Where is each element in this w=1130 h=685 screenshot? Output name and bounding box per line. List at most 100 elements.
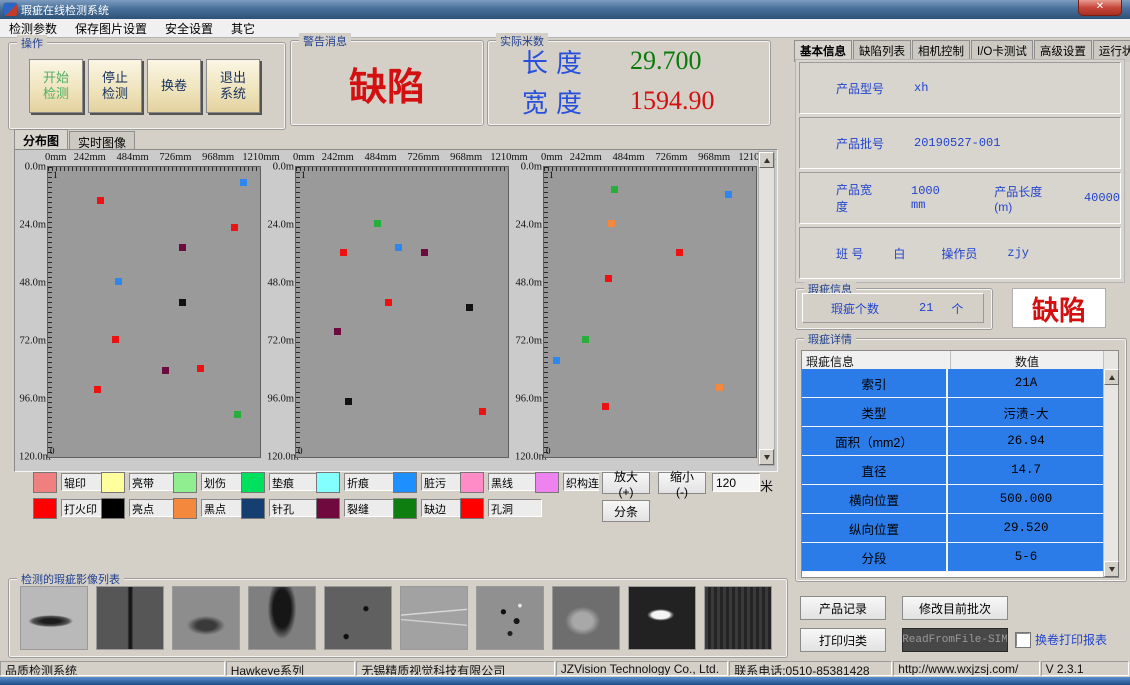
chart-scrollbar[interactable] [758,151,775,466]
defect-point-blue[interactable] [395,244,402,251]
roll-print-report-checkbox[interactable]: 换卷打印报表 [1016,631,1107,648]
x-tick-label: 968mm [450,152,482,163]
defect-point-red[interactable] [479,408,486,415]
defect-point-green[interactable] [611,186,618,193]
defect-thumbnail-9[interactable] [628,586,696,650]
defect-point-black[interactable] [466,304,473,311]
op-button-1[interactable]: 开始检测 [29,59,83,113]
defect-thumbnail-1[interactable] [20,586,88,650]
y-tick-label: 24.0m [267,220,294,231]
scroll-down-icon[interactable] [759,449,774,465]
zoom-in-button[interactable]: 放大(+) [602,472,650,494]
detail-scroll-up-icon[interactable] [1104,369,1119,385]
scatter-plot-2: 10 [295,166,509,458]
defect-point-blue[interactable] [725,191,732,198]
menu-item-保存图片设置[interactable]: 保存图片设置 [66,19,156,38]
defect-thumbnail-5[interactable] [324,586,392,650]
print-classify-button[interactable]: 打印归类 [800,628,886,652]
defect-point-purple[interactable] [421,249,428,256]
legend-item-裂缝: 裂缝 [316,498,398,518]
detail-key: 面积（mm2） [802,427,948,455]
taskbar[interactable] [0,677,1130,685]
table-row-直径[interactable]: 直径14.7 [802,456,1104,485]
defect-point-green[interactable] [374,220,381,227]
meters-range-input[interactable] [712,473,760,492]
defect-point-red[interactable] [231,224,238,231]
detail-scroll-down-icon[interactable] [1104,561,1119,577]
legend-swatch-icon [241,498,265,519]
defect-thumbnail-10[interactable] [704,586,772,650]
distribution-chart-region: 0mm242mm484mm726mm968mm1210mm0.0m24.0m48… [14,149,778,472]
operation-group: 操作 开始检测停止检测换卷退出系统 [8,42,286,130]
defect-point-blue[interactable] [553,357,560,364]
detail-table-scrollbar[interactable] [1103,369,1118,577]
operation-group-label: 操作 [17,35,47,51]
defect-thumbnail-4[interactable] [248,586,316,650]
op-button-2[interactable]: 停止检测 [88,59,142,113]
defect-thumbnail-3[interactable] [172,586,240,650]
scatter-chart-2: 0mm242mm484mm726mm968mm1210mm0.0m24.0m48… [267,152,517,468]
zoom-out-button[interactable]: 缩小(-) [658,472,706,494]
defect-point-red[interactable] [385,299,392,306]
checkbox-icon[interactable] [1016,633,1030,647]
detail-key: 类型 [802,398,948,426]
defect-count-unit: 个 [951,300,963,317]
read-from-file-button[interactable]: ReadFromFile-SIM [902,628,1008,652]
legend-item-亮点: 亮点 [101,498,183,518]
close-button[interactable]: ✕ [1078,0,1122,16]
defect-point-red[interactable] [197,365,204,372]
detail-value: 29.520 [948,514,1104,542]
defect-point-red[interactable] [676,249,683,256]
op-button-3[interactable]: 换卷 [147,59,201,113]
info-value: zjy [1007,246,1029,260]
table-row-面积（mm2）[interactable]: 面积（mm2）26.94 [802,427,1104,456]
defect-count-label: 瑕疵个数 [831,300,879,317]
defect-info-group: 瑕疵信息 瑕疵个数 21 个 [795,288,993,330]
defect-point-purple[interactable] [179,244,186,251]
op-button-4[interactable]: 退出系统 [206,59,260,113]
menu-item-其它[interactable]: 其它 [222,19,264,38]
defect-point-green[interactable] [582,336,589,343]
defect-point-purple[interactable] [334,328,341,335]
defect-thumbnail-6[interactable] [400,586,468,650]
info-row-2: 产品批号20190527-001 [799,117,1121,169]
split-button[interactable]: 分条 [602,500,650,522]
defect-point-red[interactable] [340,249,347,256]
legend-swatch-icon [101,498,125,519]
defect-point-blue[interactable] [240,179,247,186]
product-record-button[interactable]: 产品记录 [800,596,886,620]
defect-point-red[interactable] [602,403,609,410]
defect-point-red[interactable] [112,336,119,343]
plot-top-marker: 1 [53,170,58,180]
table-row-分段[interactable]: 分段5-6 [802,543,1104,572]
table-row-横向位置[interactable]: 横向位置500.000 [802,485,1104,514]
table-row-索引[interactable]: 索引21A [802,369,1104,398]
modify-batch-button[interactable]: 修改目前批次 [902,596,1008,620]
legend-item-针孔: 针孔 [241,498,323,518]
defect-point-purple[interactable] [162,367,169,374]
defect-point-orange[interactable] [608,220,615,227]
defect-thumbnail-2[interactable] [96,586,164,650]
scroll-up-icon[interactable] [759,152,774,168]
defect-point-black[interactable] [179,299,186,306]
defect-thumbnail-7[interactable] [476,586,544,650]
defect-point-red[interactable] [97,197,104,204]
menu-item-安全设置[interactable]: 安全设置 [156,19,222,38]
legend-label: 折痕 [344,473,398,491]
status-segment-7: V 2.3.1 [1041,661,1129,676]
defect-point-orange[interactable] [716,384,723,391]
legend-swatch-icon [101,472,125,493]
x-tick-label: 968mm [202,152,234,163]
defect-count-box: 瑕疵个数 21 个 [802,293,984,323]
defect-point-red[interactable] [605,275,612,282]
defect-point-green[interactable] [234,411,241,418]
table-row-类型[interactable]: 类型污渍-大 [802,398,1104,427]
table-row-纵向位置[interactable]: 纵向位置29.520 [802,514,1104,543]
x-tick-label: 484mm [117,152,149,163]
defect-point-black[interactable] [345,398,352,405]
defect-point-blue[interactable] [115,278,122,285]
x-tick-label: 242mm [570,152,602,163]
defect-point-red[interactable] [94,386,101,393]
info-pair: 操作员zjy [905,245,1029,262]
defect-thumbnail-8[interactable] [552,586,620,650]
